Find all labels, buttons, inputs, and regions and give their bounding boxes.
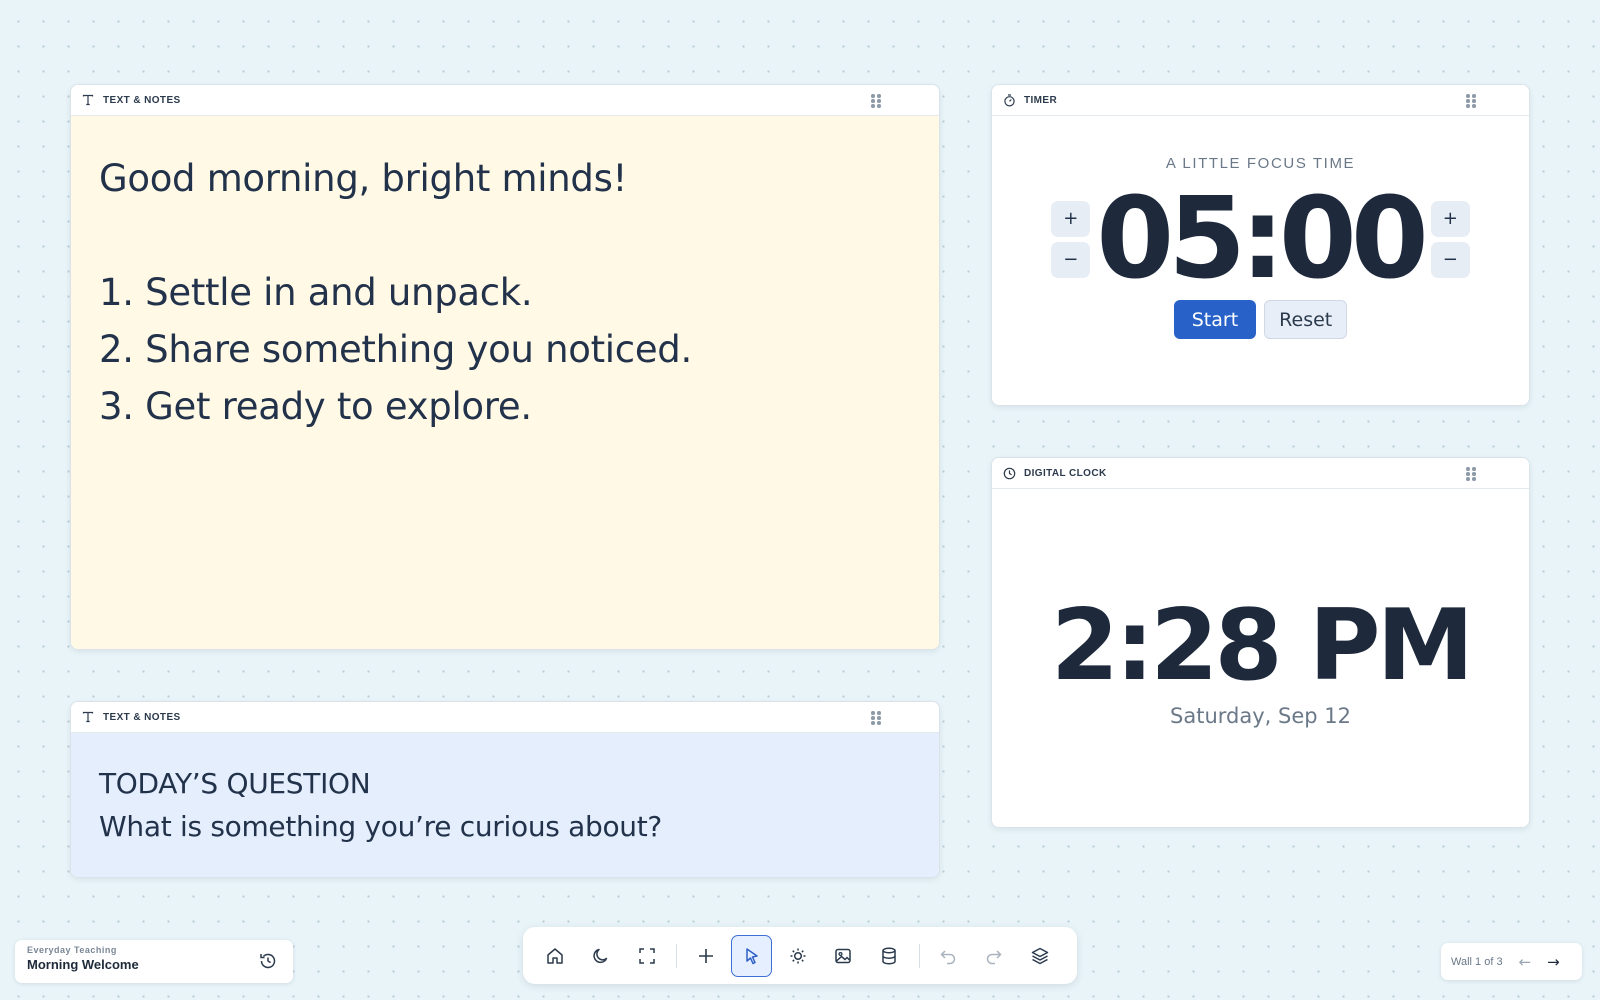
widget-title: DIGITAL CLOCK	[1024, 467, 1107, 479]
seconds-stepper: + −	[1430, 200, 1470, 278]
clock-date: Saturday, Sep 12	[1170, 704, 1351, 728]
timer-display: 05:00	[1096, 174, 1429, 304]
timer-widget[interactable]: TIMER A LITTLE FOCUS TIME + − 05:00 + − …	[991, 84, 1530, 406]
clock-icon	[1002, 466, 1016, 480]
history-icon[interactable]	[257, 950, 279, 972]
text-icon	[81, 710, 95, 724]
fullscreen-icon[interactable]	[627, 935, 668, 977]
board-name: Morning Welcome	[27, 957, 139, 972]
increase-seconds-button[interactable]: +	[1430, 200, 1470, 237]
timer-icon	[1002, 93, 1016, 107]
widget-title: TIMER	[1024, 94, 1058, 106]
home-icon[interactable]	[535, 935, 576, 977]
reset-button[interactable]: Reset	[1264, 300, 1348, 339]
drag-handle-icon[interactable]	[1466, 94, 1476, 108]
wall-indicator: Wall 1 of 3	[1451, 955, 1503, 968]
drag-handle-icon[interactable]	[871, 94, 881, 108]
start-button[interactable]: Start	[1173, 300, 1257, 339]
layers-icon[interactable]	[1019, 935, 1060, 977]
toolbar-divider	[918, 943, 920, 968]
question-text: What is something you’re curious about?	[99, 810, 662, 843]
notes-text-area[interactable]: TODAY’S QUESTION What is something you’r…	[71, 733, 939, 877]
previous-wall-button[interactable]: ←	[1519, 953, 1532, 971]
widget-header[interactable]: TEXT & NOTES	[71, 702, 939, 733]
clock-widget[interactable]: DIGITAL CLOCK 2:28 PM Saturday, Sep 12	[991, 457, 1530, 828]
notes-widget[interactable]: TEXT & NOTES TODAY’S QUESTION What is so…	[70, 701, 940, 878]
workspace-label: Everyday Teaching	[27, 945, 117, 955]
plus-icon[interactable]	[685, 935, 726, 977]
next-wall-button[interactable]: →	[1547, 953, 1560, 971]
question-title: TODAY’S QUESTION	[99, 767, 371, 800]
minutes-stepper: + −	[1051, 200, 1091, 278]
note-line: 1. Settle in and unpack.	[99, 271, 533, 314]
notes-text-area[interactable]: Good morning, bright minds! 1. Settle in…	[71, 116, 939, 649]
widget-header[interactable]: DIGITAL CLOCK	[992, 458, 1529, 489]
widget-header[interactable]: TEXT & NOTES	[71, 85, 939, 116]
database-icon[interactable]	[869, 935, 910, 977]
wall-pager: Wall 1 of 3 ← →	[1441, 943, 1582, 980]
undo-icon[interactable]	[928, 935, 969, 977]
note-line	[99, 207, 911, 264]
decrease-minutes-button[interactable]: −	[1051, 241, 1091, 278]
drag-handle-icon[interactable]	[1466, 467, 1476, 481]
widget-header[interactable]: TIMER	[992, 85, 1529, 116]
note-line: Good morning, bright minds!	[99, 157, 628, 200]
widget-title: TEXT & NOTES	[103, 94, 181, 106]
brightness-icon[interactable]	[777, 935, 818, 977]
redo-icon[interactable]	[973, 935, 1014, 977]
image-icon[interactable]	[823, 935, 864, 977]
note-line: 3. Get ready to explore.	[99, 385, 532, 428]
timer-caption: A LITTLE FOCUS TIME	[1165, 155, 1356, 172]
drag-handle-icon[interactable]	[871, 711, 881, 725]
decrease-seconds-button[interactable]: −	[1430, 241, 1470, 278]
toolbar	[523, 927, 1077, 984]
widget-title: TEXT & NOTES	[103, 711, 181, 723]
increase-minutes-button[interactable]: +	[1051, 200, 1091, 237]
toolbar-divider	[676, 943, 678, 968]
clock-time: 2:28 PM	[1050, 589, 1474, 703]
pointer-icon[interactable]	[731, 934, 773, 977]
notes-widget[interactable]: TEXT & NOTES Good morning, bright minds!…	[70, 84, 940, 650]
text-icon	[81, 93, 95, 107]
note-line: 2. Share something you noticed.	[99, 328, 692, 371]
moon-icon[interactable]	[581, 935, 622, 977]
board-card[interactable]: Everyday Teaching Morning Welcome	[15, 940, 293, 983]
